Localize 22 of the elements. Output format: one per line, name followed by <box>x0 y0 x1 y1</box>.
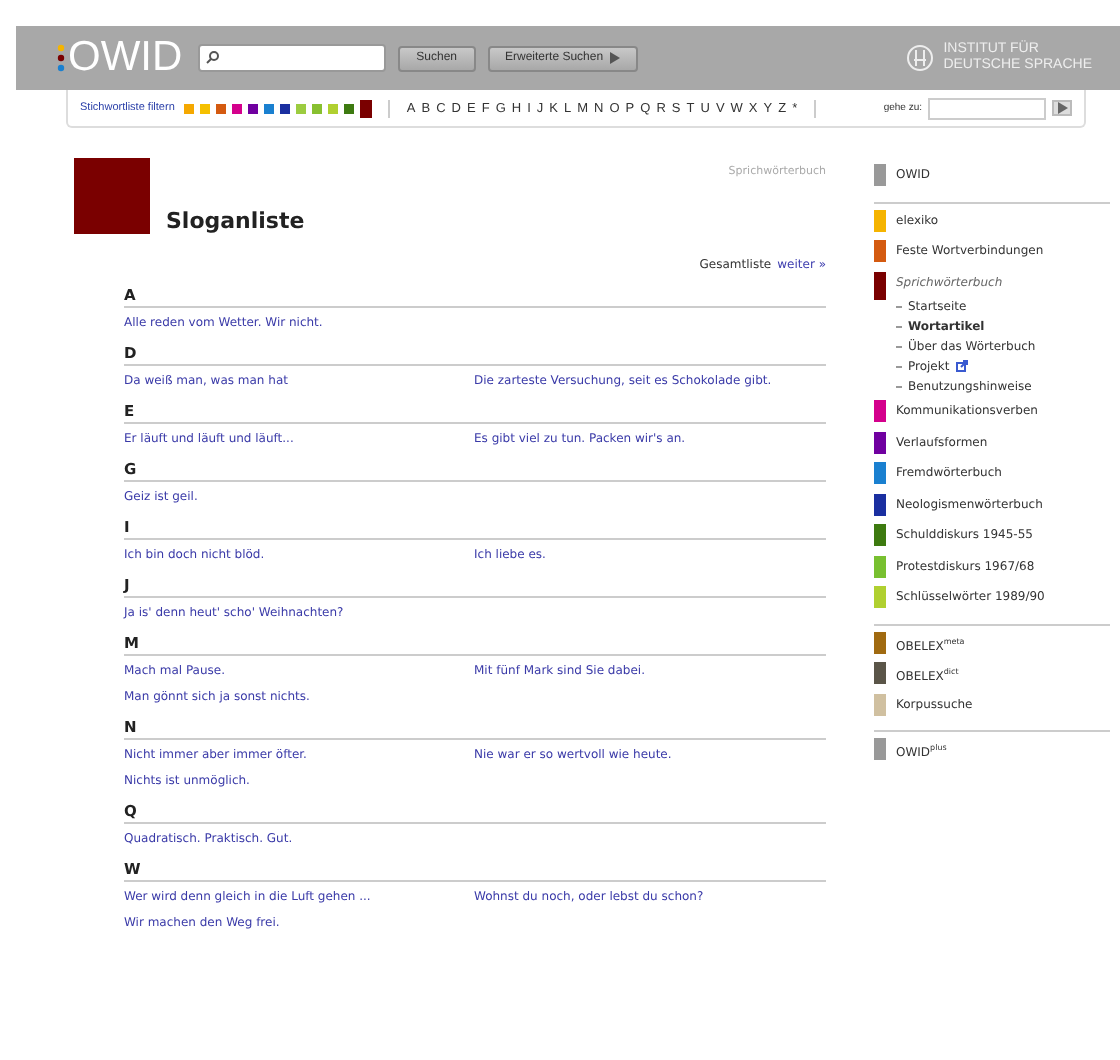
color-swatch[interactable] <box>232 103 243 113</box>
page-title: Sloganliste <box>166 208 305 234</box>
dots-icon <box>56 44 66 72</box>
emblem-icon <box>905 44 934 72</box>
color-swatch[interactable] <box>200 103 211 113</box>
color-swatch[interactable] <box>264 103 275 113</box>
color-swatch[interactable] <box>216 103 227 113</box>
search-field[interactable] <box>198 44 387 72</box>
color-swatch[interactable] <box>328 103 339 113</box>
color-swatch[interactable] <box>360 99 373 117</box>
dictionary-color-block <box>74 158 150 234</box>
logo-text: OWID <box>68 34 183 82</box>
play-icon <box>609 52 620 64</box>
color-swatch[interactable] <box>296 103 307 113</box>
goto-field[interactable] <box>928 97 1046 119</box>
color-swatch[interactable] <box>312 103 323 113</box>
color-swatch[interactable] <box>184 103 195 113</box>
color-swatch[interactable] <box>344 103 355 113</box>
color-swatch[interactable] <box>280 103 291 113</box>
go-button[interactable] <box>1052 100 1072 116</box>
play-icon <box>1057 102 1067 114</box>
color-swatch[interactable] <box>248 103 259 113</box>
